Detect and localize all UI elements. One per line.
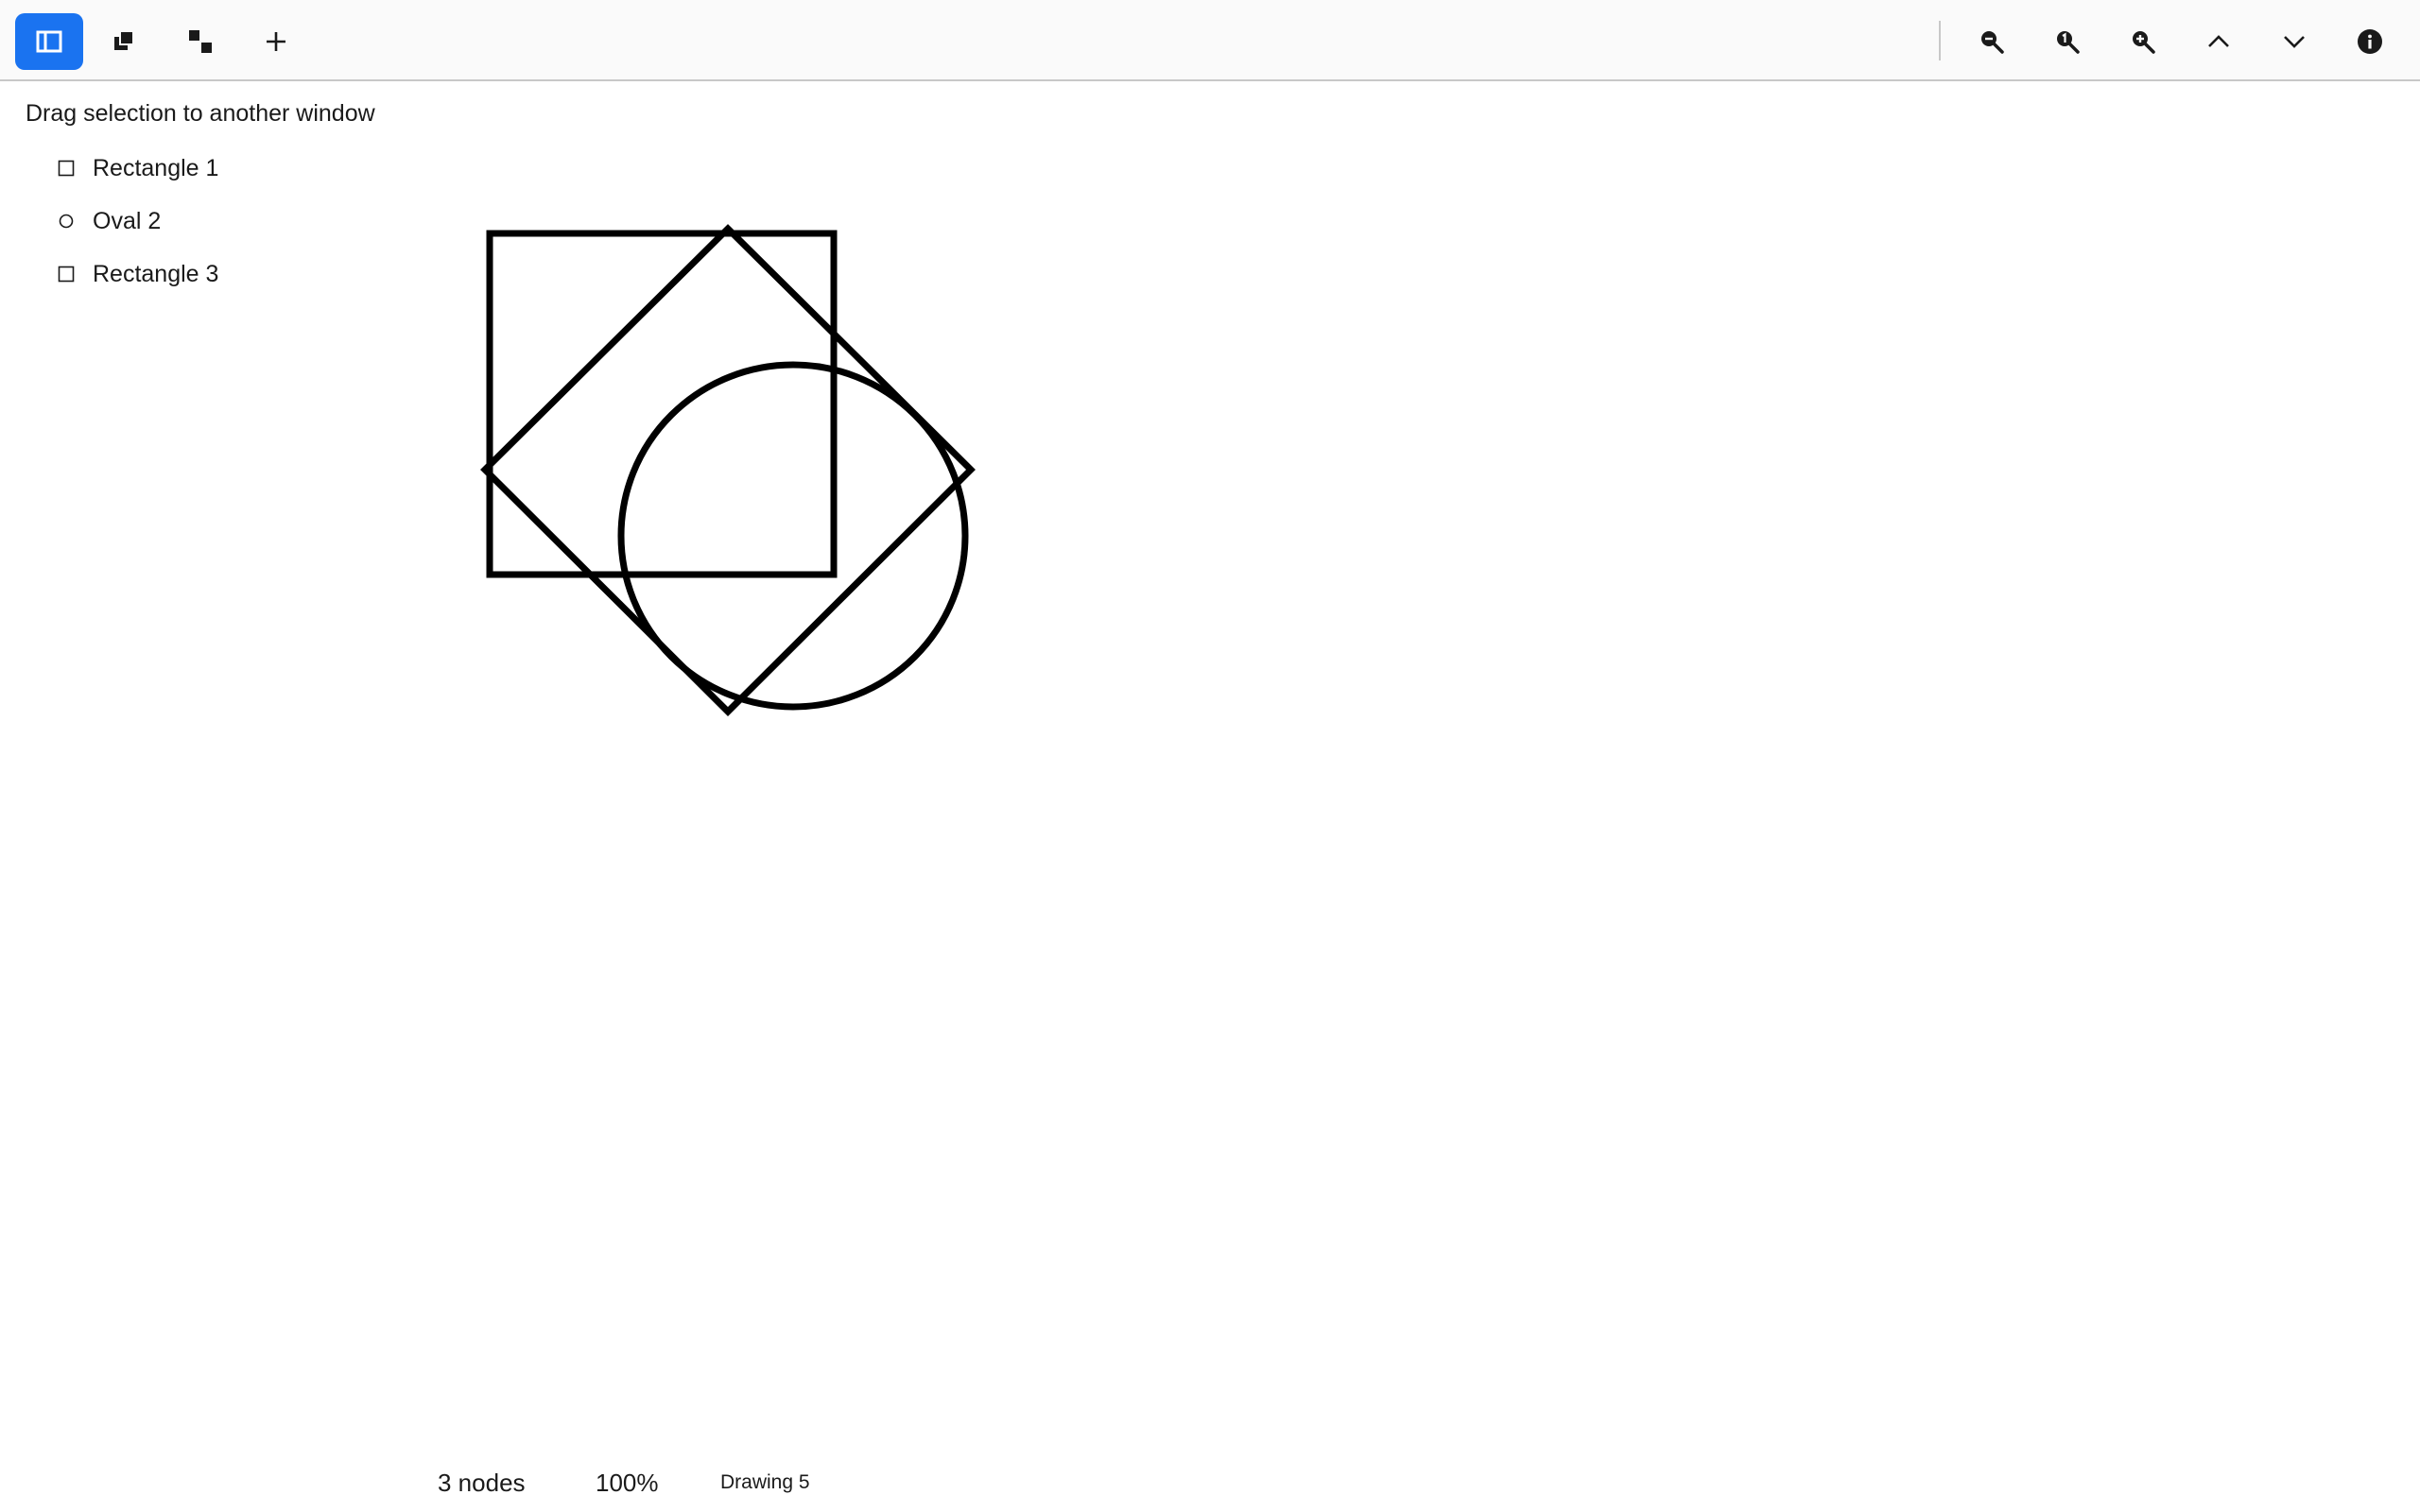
sidebar-toggle-button[interactable] (15, 13, 83, 70)
zoom-in-button[interactable] (2109, 13, 2177, 70)
list-item-label: Rectangle 1 (93, 154, 219, 181)
zoom-in-icon (2133, 31, 2155, 54)
toolbar (0, 0, 2420, 81)
bring-to-front-icon (114, 30, 134, 50)
drag-hint: Drag selection to another window (26, 100, 375, 127)
next-button[interactable] (2260, 13, 2328, 70)
add-shape-button[interactable] (242, 13, 310, 70)
info-icon (2358, 29, 2382, 54)
document-title: Drawing 5 (720, 1471, 810, 1493)
zoom-out-button[interactable] (1958, 13, 2026, 70)
list-item[interactable]: Oval 2 (53, 195, 218, 248)
info-button[interactable] (2336, 13, 2404, 70)
list-item[interactable]: Rectangle 3 (53, 248, 218, 301)
drawing-canvas[interactable] (0, 83, 2420, 1453)
square-outline-icon (53, 261, 79, 287)
previous-button[interactable] (2185, 13, 2253, 70)
node-count: 3 nodes (438, 1469, 526, 1497)
list-item-label: Oval 2 (93, 207, 162, 234)
zoom-out-icon (1981, 31, 2004, 54)
circle-outline-icon (53, 208, 79, 234)
zoom-level: 100% (596, 1469, 659, 1497)
plus-icon (267, 32, 285, 51)
toolbar-separator (1939, 21, 1941, 60)
chevron-up-icon (2208, 35, 2229, 47)
list-item[interactable]: Rectangle 1 (53, 142, 218, 195)
list-item-label: Rectangle 3 (93, 260, 219, 287)
chevron-down-icon (2284, 36, 2305, 48)
sidebar-toggle-icon (36, 30, 62, 53)
square-outline-icon (53, 155, 79, 181)
shape-list: Rectangle 1 Oval 2 Rectangle 3 (53, 142, 218, 301)
zoom-actual-size-icon (2057, 31, 2080, 54)
distribute-button[interactable] (166, 13, 234, 70)
arrange-button[interactable] (91, 13, 159, 70)
distribute-icon (189, 30, 212, 53)
rectangle-3-shape[interactable] (480, 224, 976, 716)
zoom-actual-size-button[interactable] (2033, 13, 2101, 70)
